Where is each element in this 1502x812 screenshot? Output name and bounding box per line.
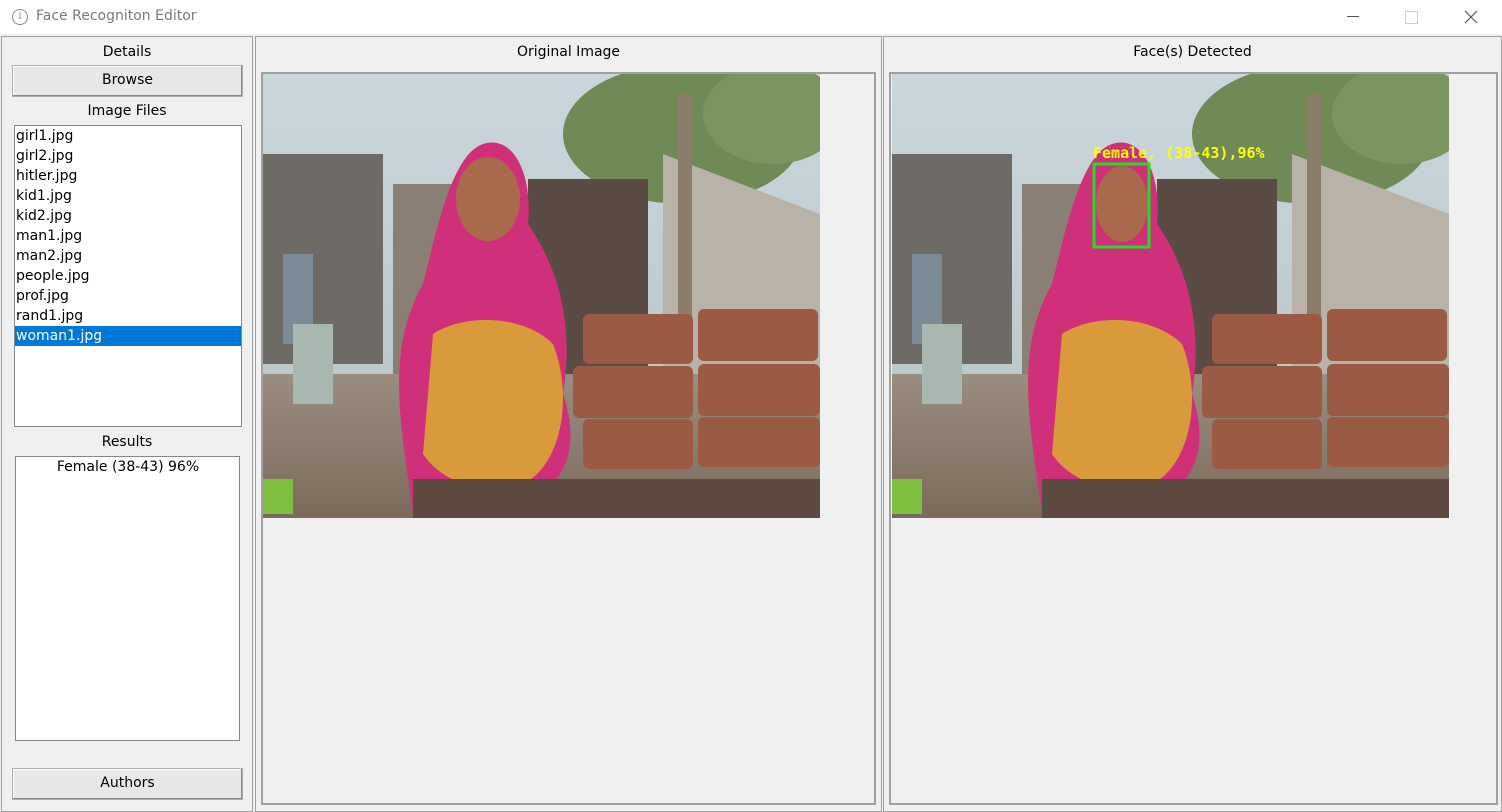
minimize-icon — [1347, 16, 1359, 17]
maximize-icon — [1405, 11, 1418, 24]
close-button[interactable] — [1448, 0, 1494, 34]
title-bar: i Face Recogniton Editor — [0, 0, 1502, 34]
file-list-item[interactable]: hitler.jpg — [15, 166, 241, 186]
results-list[interactable]: Female (38-43) 96% — [15, 456, 240, 741]
close-icon — [1464, 10, 1478, 24]
window-title: Face Recogniton Editor — [36, 8, 197, 24]
file-list-item[interactable]: rand1.jpg — [15, 306, 241, 326]
file-list-item[interactable]: woman1.jpg — [15, 326, 241, 346]
image-files-list[interactable]: girl1.jpg girl2.jpg hitler.jpg kid1.jpg kid2… — [14, 125, 242, 427]
minimize-button[interactable] — [1330, 0, 1376, 34]
info-icon: i — [12, 9, 28, 25]
browse-button[interactable]: Browse — [12, 65, 243, 97]
faces-detected-heading: Face(s) Detected — [1133, 44, 1252, 60]
detected-photo: Female, (38-43),96% — [892, 74, 1449, 518]
authors-button[interactable]: Authors — [12, 768, 243, 800]
file-list-item[interactable]: kid1.jpg — [15, 186, 241, 206]
file-list-item[interactable]: girl1.jpg — [15, 126, 241, 146]
original-image-heading: Original Image — [516, 44, 621, 60]
details-panel: Details Browse Image Files girl1.jpg girl… — [1, 36, 253, 812]
file-list-item[interactable]: prof.jpg — [15, 286, 241, 306]
results-heading: Results — [101, 434, 153, 450]
file-list-item[interactable]: people.jpg — [15, 266, 241, 286]
original-photo — [263, 74, 820, 518]
details-heading: Details — [102, 44, 152, 60]
file-list-item[interactable]: man2.jpg — [15, 246, 241, 266]
image-files-heading: Image Files — [87, 103, 167, 119]
file-list-item[interactable]: kid2.jpg — [15, 206, 241, 226]
result-list-item[interactable]: Female (38-43) 96% — [16, 457, 239, 477]
woman-photo-detected: Female, (38-43),96% — [892, 74, 1449, 518]
woman-photo-original — [263, 74, 820, 518]
face-detection-label: Female, (38-43),96% — [1093, 144, 1265, 162]
maximize-button[interactable] — [1388, 0, 1434, 34]
file-list-item[interactable]: man1.jpg — [15, 226, 241, 246]
file-list-item[interactable]: girl2.jpg — [15, 146, 241, 166]
